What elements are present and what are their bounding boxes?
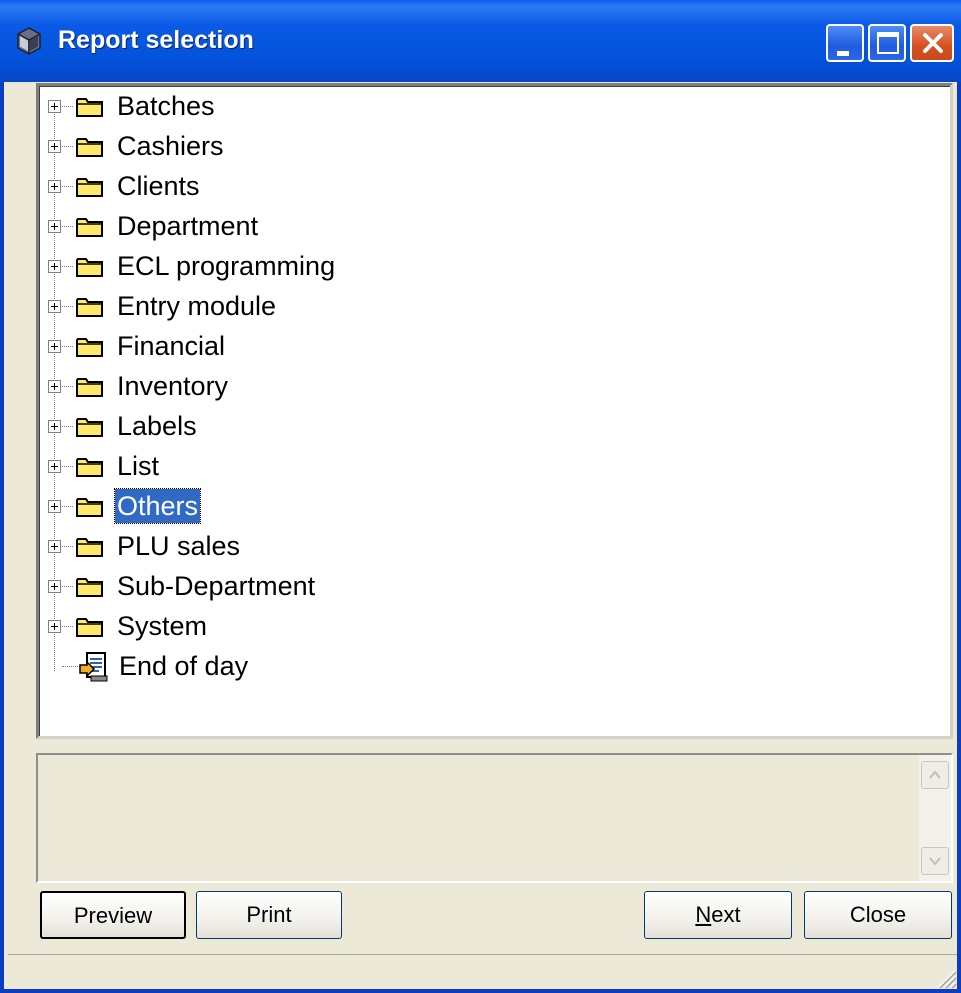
tree-item[interactable]: Others: [39, 486, 639, 526]
status-bar: [8, 954, 957, 989]
vertical-scrollbar[interactable]: [919, 755, 951, 881]
tree-item-label: Inventory: [117, 371, 229, 401]
tree-item[interactable]: Clients: [39, 166, 639, 206]
tree-connector-line: [62, 506, 73, 507]
tree-item-label: System: [117, 611, 208, 641]
close-button[interactable]: Close: [804, 891, 952, 939]
expand-plus-icon[interactable]: [48, 540, 61, 553]
report-app-icon: [17, 27, 41, 55]
expand-plus-icon[interactable]: [48, 140, 61, 153]
tree-item-label: Others: [113, 488, 202, 524]
expand-plus-icon[interactable]: [48, 620, 61, 633]
folder-icon: [76, 578, 103, 597]
folder-icon: [76, 418, 103, 437]
folder-icon: [76, 138, 103, 157]
tree-item[interactable]: Inventory: [39, 366, 639, 406]
folder-icon: [76, 178, 103, 197]
preview-button[interactable]: Preview: [40, 891, 186, 939]
folder-icon: [76, 298, 103, 317]
expand-plus-icon[interactable]: [48, 380, 61, 393]
next-button[interactable]: Next: [644, 891, 792, 939]
tree-item-label: Department: [117, 211, 259, 241]
minimize-icon: [837, 51, 849, 56]
tree-connector-line: [62, 106, 73, 107]
report-document-icon: [79, 652, 108, 682]
expand-plus-icon[interactable]: [48, 580, 61, 593]
tree-item[interactable]: PLU sales: [39, 526, 639, 566]
tree-item[interactable]: Financial: [39, 326, 639, 366]
expand-plus-icon[interactable]: [48, 180, 61, 193]
expand-plus-icon[interactable]: [48, 460, 61, 473]
tree-connector-line: [62, 586, 73, 587]
folder-icon: [76, 98, 103, 117]
tree-item-label: Entry module: [117, 291, 277, 321]
tree-connector-line: [62, 426, 73, 427]
tree-item-label: Financial: [117, 331, 226, 361]
resize-grip-icon[interactable]: [933, 965, 957, 989]
expand-plus-icon[interactable]: [48, 340, 61, 353]
tree-item[interactable]: End of day: [39, 646, 639, 686]
expand-plus-icon[interactable]: [48, 100, 61, 113]
scroll-up-button[interactable]: [921, 761, 949, 789]
tree-connector-line: [62, 346, 73, 347]
tree-item[interactable]: Cashiers: [39, 126, 639, 166]
tree-item-label: End of day: [119, 651, 249, 681]
tree-item[interactable]: Department: [39, 206, 639, 246]
tree-item-label: Labels: [117, 411, 197, 441]
expand-plus-icon[interactable]: [48, 500, 61, 513]
folder-icon: [76, 498, 103, 517]
folder-icon: [76, 258, 103, 277]
tree-item-label: Clients: [117, 171, 200, 201]
tree-item[interactable]: Entry module: [39, 286, 639, 326]
tree-connector-line: [62, 626, 73, 627]
tree-item[interactable]: Labels: [39, 406, 639, 446]
tree-item-label: ECL programming: [117, 251, 336, 281]
maximize-icon: [877, 32, 899, 54]
tree-connector-line: [62, 146, 73, 147]
next-mnemonic: N: [695, 902, 712, 927]
maximize-button[interactable]: [868, 24, 906, 62]
print-button[interactable]: Print: [196, 891, 342, 939]
tree-item-label: Batches: [117, 91, 215, 121]
tree-item[interactable]: List: [39, 446, 639, 486]
folder-icon: [76, 458, 103, 477]
window-title: Report selection: [58, 26, 254, 54]
scroll-down-button[interactable]: [921, 847, 949, 875]
tree-item-label: PLU sales: [117, 531, 241, 561]
expand-plus-icon[interactable]: [48, 300, 61, 313]
tree-connector-line: [62, 466, 73, 467]
tree-item-label: List: [117, 451, 160, 481]
folder-icon: [76, 538, 103, 557]
report-tree[interactable]: Batches Cashiers Clients Department ECL prog…: [36, 83, 953, 739]
title-bar[interactable]: Report selection: [0, 0, 961, 82]
chevron-down-icon: [929, 857, 941, 866]
description-panel[interactable]: [36, 753, 953, 883]
expand-plus-icon[interactable]: [48, 420, 61, 433]
folder-icon: [76, 378, 103, 397]
expand-plus-icon[interactable]: [48, 260, 61, 273]
tree-item-label: Cashiers: [117, 131, 224, 161]
tree-connector-line: [62, 186, 73, 187]
folder-icon: [76, 618, 103, 637]
tree-connector-line: [62, 386, 73, 387]
tree-item[interactable]: Batches: [39, 86, 639, 126]
folder-icon: [76, 218, 103, 237]
tree-connector-line: [62, 306, 73, 307]
report-selection-window: Report selection Batches Cashiers Clients D…: [0, 0, 961, 993]
tree-connector-line: [62, 546, 73, 547]
expand-plus-icon[interactable]: [48, 220, 61, 233]
tree-item[interactable]: System: [39, 606, 639, 646]
close-icon: [923, 33, 943, 53]
tree-item[interactable]: ECL programming: [39, 246, 639, 286]
tree-item-label: Sub-Department: [117, 571, 316, 601]
folder-icon: [76, 338, 103, 357]
tree-connector-line: [62, 266, 73, 267]
minimize-button[interactable]: [826, 24, 864, 62]
close-window-button[interactable]: [910, 24, 954, 62]
next-label: ext: [711, 902, 741, 927]
chevron-up-icon: [929, 770, 941, 779]
tree-item[interactable]: Sub-Department: [39, 566, 639, 606]
tree-connector-line: [62, 226, 73, 227]
